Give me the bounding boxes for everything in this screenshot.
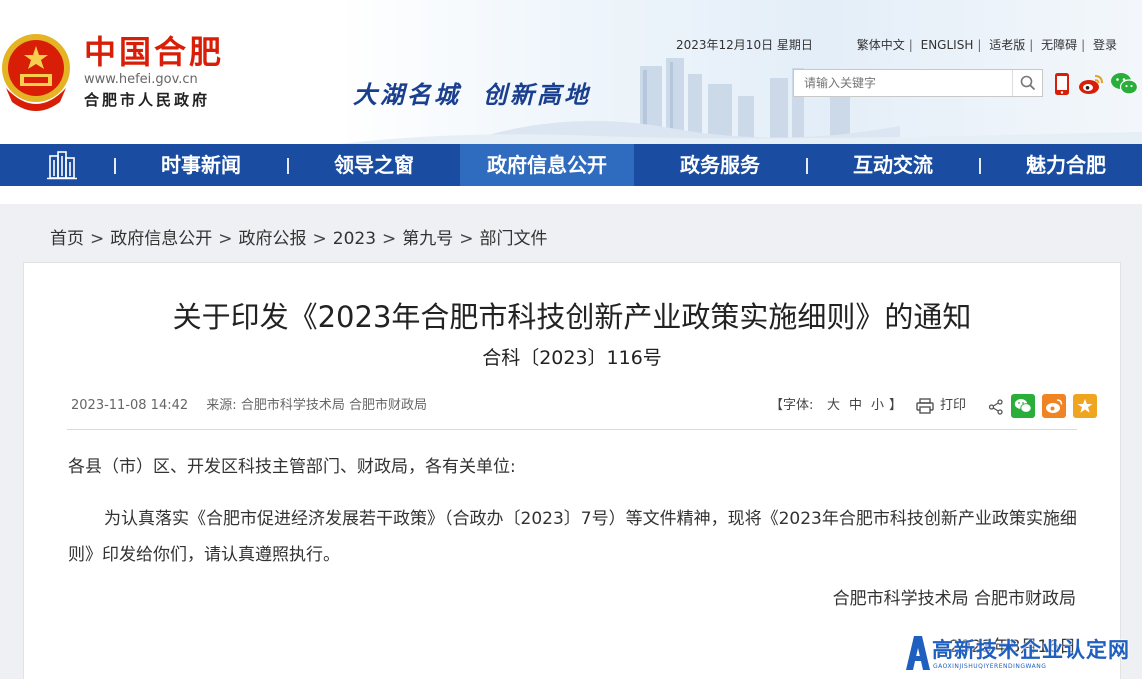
nav-home-button[interactable] [44, 150, 80, 180]
top-links: 2023年12月10日 星期日 繁体中文 | ENGLISH | 适老版 | 无障碍 |… [676, 37, 1117, 53]
breadcrumb-separator: > [312, 229, 327, 249]
divider [67, 429, 1077, 430]
weibo-button[interactable] [1077, 70, 1105, 98]
watermark: 高新技术企业认定网 GAOXINJISHUQIYERENDINGWANG [896, 630, 1142, 679]
national-emblem-logo [2, 34, 70, 111]
current-date: 2023年12月10日 星期日 [676, 38, 813, 52]
link-accessibility[interactable]: 无障碍 [1041, 38, 1077, 52]
site-title[interactable]: 中国合肥 [84, 32, 224, 72]
site-header: 中国合肥 www.hefei.gov.cn 合肥市人民政府 大湖名城 创新高地 2… [0, 0, 1142, 144]
slogan-part-2: 创新高地 [483, 80, 591, 109]
breadcrumb: 首页 > 政府信息公开 > 政府公报 >2023 > 第九号 > 部门文件 [50, 228, 548, 250]
main-nav: 时事新闻 领导之窗 政府信息公开 政务服务 互动交流 魅力合肥 [0, 144, 1142, 186]
breadcrumb-separator: > [90, 229, 105, 249]
link-elderly-version[interactable]: 适老版 [989, 38, 1025, 52]
breadcrumb-separator: > [459, 229, 474, 249]
link-separator: | [1029, 38, 1034, 52]
weibo-icon [1046, 399, 1063, 413]
wechat-icon [1111, 73, 1138, 95]
source-label: 来源: [206, 398, 237, 413]
link-english[interactable]: ENGLISH [921, 38, 974, 52]
font-size-small[interactable]: 小 [871, 393, 884, 419]
publish-datetime: 2023-11-08 14:42 [71, 398, 189, 413]
breadcrumb-gazette[interactable]: 政府公报 [239, 229, 307, 249]
link-separator: | [1081, 38, 1086, 52]
watermark-text: 高新技术企业认定网 [932, 638, 1130, 662]
site-url: www.hefei.gov.cn [84, 72, 198, 87]
search-input[interactable] [794, 70, 1012, 96]
link-separator: | [977, 38, 982, 52]
site-subtitle: 合肥市人民政府 [84, 91, 211, 109]
watermark-subtext: GAOXINJISHUQIYERENDINGWANG [933, 663, 1047, 670]
watermark-logo-icon [906, 636, 930, 670]
nav-item-gov-info[interactable]: 政府信息公开 [460, 144, 634, 186]
share-weibo-button[interactable] [1042, 394, 1066, 418]
article-meta: 2023-11-08 14:42 来源: 合肥市科学技术局 合肥市财政局 [71, 397, 427, 415]
link-traditional-chinese[interactable]: 繁体中文 [857, 38, 905, 52]
nav-item-charm-hefei[interactable]: 魅力合肥 [980, 144, 1142, 186]
share-icon [988, 399, 1004, 419]
signer: 合肥市科学技术局 合肥市财政局 [832, 589, 1076, 609]
breadcrumb-separator: > [382, 229, 397, 249]
city-building-icon [47, 151, 77, 180]
slogan-part-1: 大湖名城 [353, 80, 461, 109]
article-title: 关于印发《2023年合肥市科技创新产业政策实施细则》的通知 [172, 300, 972, 334]
print-button[interactable]: 打印 [940, 393, 966, 419]
link-separator: | [908, 38, 913, 52]
search-box [793, 69, 1043, 97]
search-button[interactable] [1012, 70, 1042, 96]
link-login[interactable]: 登录 [1093, 38, 1117, 52]
breadcrumb-department-docs[interactable]: 部门文件 [480, 229, 548, 249]
nav-item-interaction[interactable]: 互动交流 [807, 144, 979, 186]
share-wechat-button[interactable] [1011, 394, 1035, 418]
breadcrumb-year[interactable]: 2023 [333, 229, 376, 249]
breadcrumb-issue[interactable]: 第九号 [402, 229, 453, 249]
wechat-button[interactable] [1110, 70, 1138, 98]
slogan: 大湖名城 创新高地 [353, 80, 591, 110]
wechat-icon [1014, 399, 1032, 413]
mobile-app-button[interactable] [1048, 70, 1076, 98]
star-icon [1077, 399, 1093, 413]
search-icon [1020, 75, 1035, 91]
nav-item-news[interactable]: 时事新闻 [115, 144, 287, 186]
source-value: 合肥市科学技术局 合肥市财政局 [240, 398, 427, 413]
nav-bottom-strip [0, 186, 1142, 204]
mobile-phone-icon [1055, 73, 1069, 95]
nav-item-leaders[interactable]: 领导之窗 [288, 144, 460, 186]
breadcrumb-gov-info[interactable]: 政府信息公开 [110, 229, 212, 249]
font-size-label-open: 【字体: [770, 398, 814, 413]
article-panel: 关于印发《2023年合肥市科技创新产业政策实施细则》的通知 合科〔2023〕11… [23, 262, 1121, 679]
weibo-icon [1079, 75, 1103, 94]
salutation: 各县（市）区、开发区科技主管部门、财政局，各有关单位: [68, 457, 516, 477]
breadcrumb-home[interactable]: 首页 [50, 229, 84, 249]
font-size-medium[interactable]: 中 [849, 393, 862, 419]
body-paragraph: 为认真落实《合肥市促进经济发展若干政策》（合政办〔2023〕7号）等文件精神，现… [68, 509, 1077, 565]
print-icon [916, 398, 934, 419]
font-size-large[interactable]: 大 [827, 393, 840, 419]
breadcrumb-separator: > [218, 229, 233, 249]
favorite-button[interactable] [1073, 394, 1097, 418]
document-number: 合科〔2023〕116号 [482, 347, 662, 369]
nav-item-services[interactable]: 政务服务 [634, 144, 806, 186]
font-size-label-close: 】 [889, 398, 903, 413]
